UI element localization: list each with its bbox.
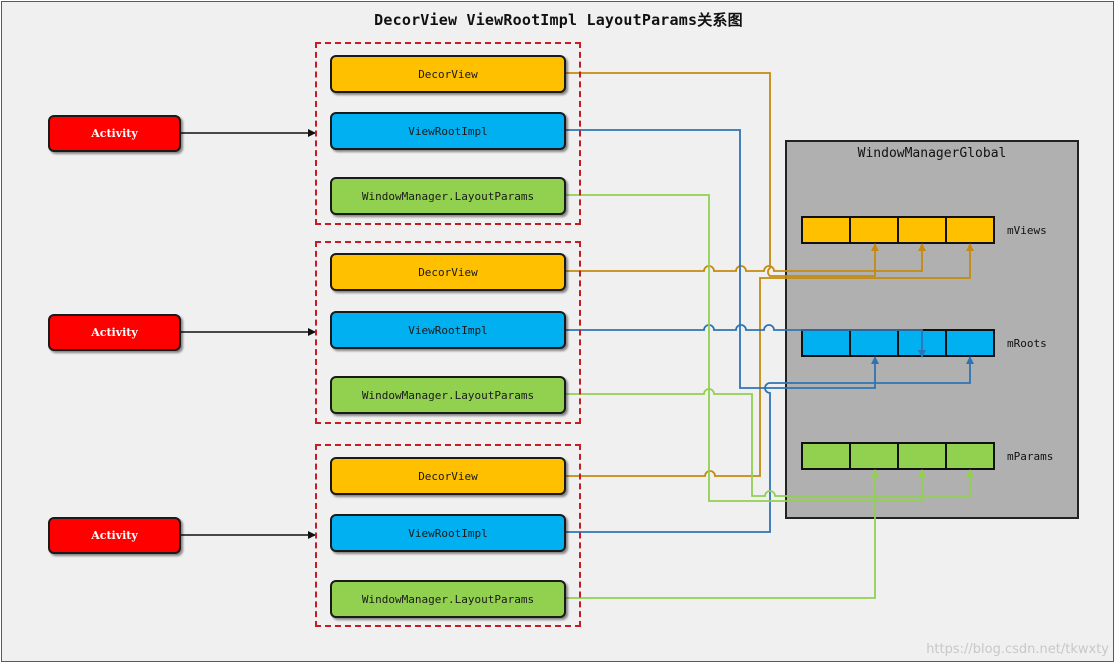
vri-line-3 xyxy=(565,356,974,533)
lp-line-3 xyxy=(565,469,879,599)
activity-box-2: Activity xyxy=(48,314,181,351)
lp-line-1 xyxy=(565,194,926,502)
activity-box-1: Activity xyxy=(48,115,181,152)
decor-view-box-1: DecorView xyxy=(330,55,566,93)
activity-box-3: Activity xyxy=(48,517,181,554)
decor-view-box-3: DecorView xyxy=(330,457,566,495)
layout-params-box-3: WindowManager.LayoutParams xyxy=(330,580,566,618)
lp-line-2 xyxy=(565,388,974,497)
layout-params-box-1: WindowManager.LayoutParams xyxy=(330,177,566,215)
vri-line-2 xyxy=(565,324,926,358)
view-root-impl-box-3: ViewRootImpl xyxy=(330,514,566,552)
watermark-text: https://blog.csdn.net/tkwxty xyxy=(926,642,1109,657)
decor-view-box-2: DecorView xyxy=(330,253,566,291)
vri-line-1 xyxy=(565,129,879,389)
decor-line-1 xyxy=(565,72,879,277)
decor-line-3 xyxy=(565,243,974,477)
layout-params-box-2: WindowManager.LayoutParams xyxy=(330,376,566,414)
view-root-impl-box-2: ViewRootImpl xyxy=(330,311,566,349)
view-root-impl-box-1: ViewRootImpl xyxy=(330,112,566,150)
decor-line-2 xyxy=(565,243,926,272)
